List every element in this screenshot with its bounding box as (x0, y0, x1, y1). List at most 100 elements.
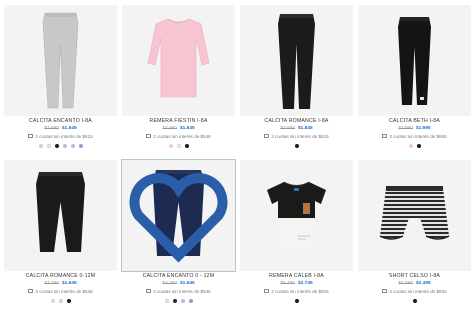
card-icon (28, 289, 34, 294)
old-price: $3.290 (44, 281, 59, 286)
card-icon (264, 134, 270, 139)
color-swatch[interactable] (408, 144, 413, 148)
product-prices: $4.990 $2.495 (358, 281, 471, 286)
old-price: $3.690 (280, 126, 295, 131)
color-swatch[interactable] (416, 144, 421, 148)
installments-text: 3 cuotas sin interés de $548 (4, 289, 117, 294)
color-swatches (122, 299, 235, 303)
installments-label: 3 cuotas sin interés de $832 (389, 289, 447, 294)
color-swatch[interactable] (70, 144, 75, 148)
short-leggings-image (36, 172, 85, 252)
leggings-image (398, 17, 431, 105)
product-title[interactable]: SHORT CELSO I-8A (358, 273, 471, 279)
installments-label: 3 cuotas sin interés de $665 (389, 134, 447, 139)
installments-label: 3 cuotas sin interés de $615 (35, 134, 93, 139)
product-title[interactable]: CALCITA BETH I-8A (358, 118, 471, 124)
leggings-image (278, 14, 315, 109)
old-price: $3.290 (162, 281, 177, 286)
color-swatch[interactable] (164, 299, 169, 303)
card-icon (264, 289, 270, 294)
card-icon (382, 289, 388, 294)
product-title[interactable]: CALCITA ROMANCE 0-12M (4, 273, 117, 279)
product-title[interactable]: CALCITA ROMANCE I-8A (240, 118, 353, 124)
color-swatch[interactable] (62, 144, 67, 148)
installments-label: 3 cuotas sin interés de $615 (271, 134, 329, 139)
color-swatch[interactable] (172, 299, 177, 303)
installments-label: 3 cuotas sin interés de $915 (271, 289, 329, 294)
color-swatch[interactable] (180, 299, 185, 303)
heart-icon[interactable] (122, 160, 235, 271)
product-title[interactable]: REMERA CALEB I-8A (240, 273, 353, 279)
color-swatch[interactable] (294, 299, 299, 303)
color-swatches (358, 299, 471, 303)
color-swatch[interactable] (184, 144, 189, 148)
color-swatch[interactable] (78, 144, 83, 148)
card-icon (28, 134, 34, 139)
color-swatch[interactable] (38, 144, 43, 148)
old-price: $3.890 (162, 126, 177, 131)
installments-text: 3 cuotas sin interés de $915 (240, 289, 353, 294)
product-image[interactable] (4, 160, 117, 271)
installments-text: 3 cuotas sin interés de $832 (358, 289, 471, 294)
sale-price: $2.495 (416, 281, 431, 286)
installments-text: 3 cuotas sin interés de $665 (358, 134, 471, 139)
sale-price: $1.995 (416, 126, 431, 131)
product-title[interactable]: CALCITA ENCANTO 0 - 12M (122, 273, 235, 279)
sale-price: $1.645 (62, 281, 77, 286)
color-swatch[interactable] (412, 299, 417, 303)
product-image[interactable] (121, 159, 236, 272)
color-swatch[interactable] (58, 299, 63, 303)
product-image[interactable] (240, 5, 353, 116)
product-image[interactable] (358, 160, 471, 271)
installments-text: 3 cuotas sin interés de $615 (240, 134, 353, 139)
color-swatches (240, 299, 353, 303)
color-swatch[interactable] (188, 299, 193, 303)
product-prices: $3.690 $1.845 (240, 126, 353, 131)
old-price: $3.890 (44, 126, 59, 131)
color-swatches (4, 299, 117, 303)
product-grid: CALCITA ENCANTO I-8A $3.890 $1.645 3 cuot… (4, 5, 471, 311)
color-swatches (122, 144, 235, 148)
product-prices: $3.290 $1.645 (122, 281, 235, 286)
sale-price: $1.645 (180, 126, 195, 131)
color-swatches (240, 144, 353, 148)
product-prices: $3.890 $1.645 (4, 126, 117, 131)
card-icon (146, 289, 152, 294)
color-swatch[interactable] (294, 144, 299, 148)
card-icon (146, 134, 152, 139)
installments-label: 3 cuotas sin interés de $548 (35, 289, 93, 294)
installments-text: 3 cuotas sin interés de $548 (122, 134, 235, 139)
product-image[interactable] (358, 5, 471, 116)
color-swatch[interactable] (46, 144, 51, 148)
shorts-image (379, 186, 450, 240)
old-price: $3.990 (398, 126, 413, 131)
tshirt-image (267, 181, 326, 252)
product-prices: $5.490 $2.745 (240, 281, 353, 286)
sale-price: $1.645 (180, 281, 195, 286)
sale-price: $1.845 (298, 126, 313, 131)
product-title[interactable]: CALCITA ENCANTO I-8A (4, 118, 117, 124)
sale-price: $1.645 (62, 126, 77, 131)
product-image[interactable] (4, 5, 117, 116)
leggings-image (42, 12, 79, 109)
longsleeve-image (147, 18, 210, 98)
old-price: $4.990 (398, 281, 413, 286)
product-image[interactable] (122, 5, 235, 116)
installments-text: 3 cuotas sin interés de $548 (122, 289, 235, 294)
installments-text: 3 cuotas sin interés de $615 (4, 134, 117, 139)
old-price: $5.490 (280, 281, 295, 286)
product-prices: $3.890 $1.645 (122, 126, 235, 131)
color-swatches (358, 144, 471, 148)
installments-label: 3 cuotas sin interés de $548 (153, 289, 211, 294)
color-swatches (4, 144, 117, 148)
color-swatch[interactable] (50, 299, 55, 303)
color-swatch[interactable] (168, 144, 173, 148)
product-prices: $3.990 $1.995 (358, 126, 471, 131)
product-image[interactable] (240, 160, 353, 271)
card-icon (382, 134, 388, 139)
color-swatch[interactable] (54, 144, 59, 148)
sale-price: $2.745 (298, 281, 313, 286)
color-swatch[interactable] (66, 299, 71, 303)
color-swatch[interactable] (176, 144, 181, 148)
product-title[interactable]: REMERA FIESTIN I-8A (122, 118, 235, 124)
